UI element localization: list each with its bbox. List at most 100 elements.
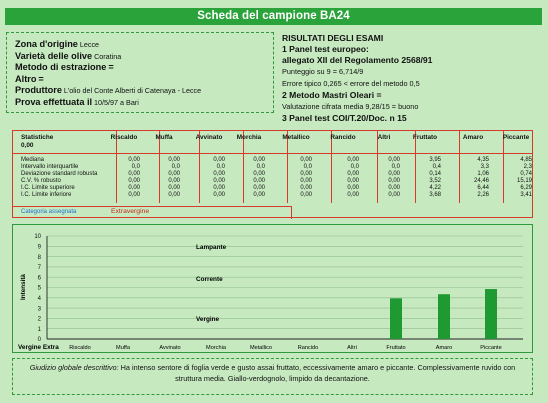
- metodo-label: Metodo di estrazione: [15, 62, 107, 72]
- y-tick-label: 7: [38, 265, 42, 271]
- altro-label: Altro: [15, 73, 37, 84]
- table-cell: 0,00: [388, 185, 400, 191]
- table-column-divider: [503, 131, 504, 203]
- sample-info-box: Zona d'origine Lecce Varietà delle olive…: [6, 32, 274, 113]
- table-cell: 3,95: [429, 157, 441, 163]
- table-cell: 0,0: [216, 164, 225, 170]
- overall-judgement: Giudizio globale descrittivo: Ha intenso…: [25, 363, 520, 384]
- table-cell: 0,00: [213, 185, 225, 191]
- table-cell: 0,00: [213, 171, 225, 177]
- judgement-text: Ha intenso sentore di foglia verde e gus…: [120, 363, 516, 383]
- table-cell: 2,3: [523, 164, 532, 170]
- table-row-label: Intervallo interquartile: [21, 164, 79, 170]
- x-tick-label: Avvinato: [159, 345, 180, 351]
- table-column-header: Altri: [377, 134, 391, 141]
- table-cell: 0,0: [350, 164, 359, 170]
- y-tick-label: 3: [38, 306, 42, 312]
- table-cell: 0,00: [300, 192, 312, 198]
- varieta-label: Varietà delle olive: [15, 50, 93, 61]
- table-cell: 0,00: [128, 185, 140, 191]
- table-column-header: Riscaldo: [110, 134, 138, 141]
- table-cell: 2,26: [477, 192, 489, 198]
- table-cell: 3,52: [429, 178, 441, 184]
- table-cell: 0,00: [168, 185, 180, 191]
- zona-value: Lecce: [79, 40, 100, 49]
- table-cell: 0,00: [128, 178, 140, 184]
- category-divider: [291, 206, 292, 219]
- table-cell: 0,4: [432, 164, 441, 170]
- panel1-heading: 1 Panel test europeo:: [282, 44, 369, 54]
- table-cell: 0,0: [131, 164, 140, 170]
- bar-piccante: [485, 289, 497, 339]
- table-header-separator: [13, 153, 532, 154]
- y-tick-label: 0: [38, 337, 42, 343]
- table-column-divider: [459, 131, 460, 203]
- table-cell: 0,00: [213, 192, 225, 198]
- table-cell: 0,00: [168, 178, 180, 184]
- y-tick-label: 10: [34, 234, 41, 240]
- table-cell: 0,00: [300, 157, 312, 163]
- x-tick-label: Muffa: [116, 345, 131, 351]
- altro-line: Altro =: [15, 74, 44, 84]
- y-tick-label: 6: [38, 275, 42, 281]
- header-bar: Scheda del campione BA24: [5, 8, 542, 25]
- table-column-header: Morchia: [236, 134, 262, 141]
- quality-band-label: Vergine Extra: [18, 344, 59, 351]
- table-cell: 0,00: [347, 178, 359, 184]
- table-cell: 0,00: [213, 157, 225, 163]
- table-column-header: Fruttato: [412, 134, 438, 141]
- table-cell: 0,00: [300, 185, 312, 191]
- table-cell: 0,00: [347, 192, 359, 198]
- y-tick-label: 5: [38, 286, 42, 292]
- altro-value: =: [38, 73, 44, 84]
- table-row-label: I.C. Limite superiore: [21, 185, 75, 191]
- category-value: Extravergine: [111, 208, 150, 215]
- intensity-chart: 0 1 2 3 4 5 6 7 8 9 10 Intensità Lampante Corrente Ver…: [12, 224, 533, 353]
- quality-band-label: Vergine: [196, 316, 220, 323]
- table-cell: 6,44: [477, 185, 489, 191]
- prova-value: 10/5/97 a Bari: [94, 97, 139, 107]
- panel1-error: Errore tipico 0,265 < errore del metodo …: [282, 79, 420, 88]
- table-cell: 6,29: [520, 185, 532, 191]
- table-column-divider: [331, 131, 332, 203]
- table-cell: 0,00: [388, 178, 400, 184]
- table-cell: 0,00: [253, 171, 265, 177]
- y-tick-label: 2: [38, 317, 42, 323]
- table-cell: 3,3: [480, 164, 489, 170]
- table-cell: 4,22: [429, 185, 441, 191]
- x-tick-label: Metallico: [250, 345, 272, 351]
- table-cell: 0,0: [256, 164, 265, 170]
- table-cell: 3,41: [520, 192, 532, 198]
- x-tick-label: Altri: [347, 345, 357, 351]
- table-row-label: I.C. Limite inferiore: [21, 192, 72, 198]
- zona-line: Zona d'origine Lecce: [15, 39, 99, 49]
- prova-line: Prova effettuata il 10/5/97 a Bari: [15, 97, 139, 107]
- table-column-header: Metallico: [282, 134, 310, 141]
- chart-svg: 0 1 2 3 4 5 6 7 8 9 10 Intensità Lampante Corrente Ver…: [18, 234, 523, 351]
- table-cell: 0,00: [168, 157, 180, 163]
- produttore-line: Produttore L'olio del Conte Alberti di C…: [15, 85, 201, 95]
- panel2-heading: 2 Metodo Mastri Oleari =: [282, 90, 382, 100]
- table-cell: 0,00: [388, 171, 400, 177]
- table-cell: 0,00: [253, 185, 265, 191]
- metodo-line: Metodo di estrazione =: [15, 62, 114, 72]
- statistics-table: Statistiche 0,00 Categoria assegnata Ext…: [12, 130, 533, 219]
- x-tick-label: Piccante: [480, 345, 501, 351]
- table-cell: 0,00: [347, 185, 359, 191]
- table-cell: 0,00: [253, 192, 265, 198]
- stat-header: Statistiche: [21, 134, 54, 141]
- table-cell: 4,85: [520, 157, 532, 163]
- stat-header-value: 0,00: [21, 142, 34, 149]
- table-cell: 4,35: [477, 157, 489, 163]
- bar-amaro: [438, 294, 450, 339]
- table-cell: 0,0: [391, 164, 400, 170]
- table-column-header: Amaro: [462, 134, 484, 141]
- table-column-header: Muffa: [155, 134, 173, 141]
- results-title: RISULTATI DEGLI ESAMI: [282, 33, 384, 43]
- y-tick-label: 4: [38, 296, 42, 302]
- varieta-line: Varietà delle olive Coratina: [15, 51, 121, 61]
- table-cell: 0,00: [300, 178, 312, 184]
- y-tick-label: 9: [38, 245, 42, 251]
- table-row-label: Deviazione standard robusta: [21, 171, 98, 177]
- category-label: Categoria assegnata: [21, 209, 77, 215]
